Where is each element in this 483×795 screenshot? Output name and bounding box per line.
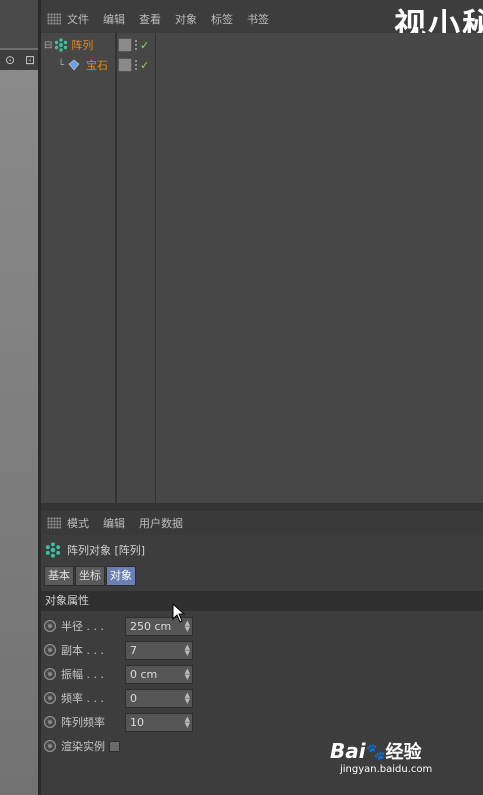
render-instances-checkbox[interactable]	[109, 740, 120, 752]
tab-coordinates[interactable]: 坐标	[75, 566, 105, 586]
object-name[interactable]: 宝石	[86, 57, 108, 73]
stepper-icon[interactable]: ▲ ▼	[185, 643, 190, 656]
viewport-header	[0, 0, 40, 48]
baidu-paw-icon: 🐾	[365, 741, 386, 761]
gem-icon	[68, 59, 80, 71]
array-frequency-field[interactable]: 10 ▲ ▼	[125, 712, 193, 732]
panel-grip-icon[interactable]	[47, 517, 61, 529]
collapse-icon[interactable]: ⊟	[44, 40, 52, 51]
param-row-radius: 半径 . . . 250 cm ▲ ▼	[44, 616, 193, 636]
attribute-manager-menubar: 模式 编辑 用户数据	[41, 511, 483, 535]
visibility-dots-icon[interactable]	[134, 59, 138, 71]
tree-branch-icon: └	[58, 59, 65, 71]
param-row-array-frequency: 阵列频率 10 ▲ ▼	[44, 712, 193, 732]
param-label: 半径 . . .	[61, 620, 104, 633]
menu-tags[interactable]: 标签	[211, 11, 233, 27]
object-row-array-flags: ✓	[118, 35, 149, 55]
tab-basic[interactable]: 基本	[44, 566, 74, 586]
copies-field[interactable]: 7 ▲ ▼	[125, 640, 193, 660]
field-value: 0 cm	[130, 667, 158, 681]
param-label: 阵列频率	[61, 716, 105, 729]
array-icon	[45, 542, 61, 558]
field-value: 0	[130, 691, 137, 705]
attribute-tabs: 基本 坐标 对象	[44, 566, 137, 586]
stepper-icon[interactable]: ▲ ▼	[185, 667, 190, 680]
param-label: 副本 . . .	[61, 644, 104, 657]
param-label: 渲染实例	[61, 740, 105, 753]
animate-radio-icon[interactable]	[44, 692, 56, 704]
frequency-field[interactable]: 0 ▲ ▼	[125, 688, 193, 708]
attribute-title: 阵列对象 [阵列]	[45, 542, 145, 558]
tab-object[interactable]: 对象	[106, 566, 136, 586]
panel-grip-icon[interactable]	[47, 12, 61, 25]
animate-radio-icon[interactable]	[44, 668, 56, 680]
section-header: 对象属性	[41, 591, 483, 611]
animate-radio-icon[interactable]	[44, 740, 56, 752]
animate-radio-icon[interactable]	[44, 716, 56, 728]
param-label: 频率 . . .	[61, 692, 104, 705]
param-label: 振幅 . . .	[61, 668, 104, 681]
object-name[interactable]: 阵列	[71, 37, 93, 53]
object-row-array[interactable]: ⊟ 阵列	[44, 35, 93, 55]
enabled-check-icon[interactable]: ✓	[140, 39, 149, 52]
param-row-frequency: 频率 . . . 0 ▲ ▼	[44, 688, 193, 708]
param-row-copies: 副本 . . . 7 ▲ ▼	[44, 640, 193, 660]
object-row-gem[interactable]: └ 宝石	[58, 55, 108, 75]
menu-bookmarks[interactable]: 书签	[247, 11, 269, 27]
menu-edit[interactable]: 编辑	[103, 11, 125, 27]
panel-separator[interactable]	[41, 503, 483, 511]
baidu-brand-text: 经验	[385, 742, 422, 763]
attribute-title-text: 阵列对象 [阵列]	[67, 544, 146, 557]
animate-radio-icon[interactable]	[44, 620, 56, 632]
menu-view[interactable]: 查看	[139, 11, 161, 27]
layer-swatch-icon[interactable]	[118, 38, 132, 52]
object-list[interactable]	[41, 33, 483, 503]
menu-object[interactable]: 对象	[175, 11, 197, 27]
menu-mode[interactable]: 模式	[67, 515, 89, 531]
menu-file[interactable]: 文件	[67, 11, 89, 27]
stepper-icon[interactable]: ▲ ▼	[185, 691, 190, 704]
column-divider	[155, 33, 156, 503]
viewport-rotate-icon[interactable]: ⊙	[5, 53, 15, 67]
menu-edit[interactable]: 编辑	[103, 515, 125, 531]
visibility-dots-icon[interactable]	[134, 39, 138, 51]
amplitude-field[interactable]: 0 cm ▲ ▼	[125, 664, 193, 684]
baidu-url: jingyan.baidu.com	[340, 764, 433, 775]
viewport-canvas[interactable]	[0, 70, 38, 795]
layer-swatch-icon[interactable]	[118, 58, 132, 72]
column-divider	[115, 33, 117, 503]
baidu-logo-text: Bai	[330, 739, 366, 763]
menu-user-data[interactable]: 用户数据	[139, 515, 183, 531]
viewport-toolbar: ⊙ ⊡	[0, 50, 40, 70]
object-row-gem-flags: ✓	[118, 55, 149, 75]
stepper-icon[interactable]: ▲ ▼	[185, 715, 190, 728]
field-value: 10	[130, 715, 144, 729]
animate-radio-icon[interactable]	[44, 644, 56, 656]
array-icon	[55, 38, 68, 52]
param-row-render-instances: 渲染实例	[44, 736, 120, 756]
enabled-check-icon[interactable]: ✓	[140, 59, 149, 72]
field-value: 250 cm	[130, 619, 172, 633]
mouse-cursor-icon	[172, 603, 186, 623]
field-value: 7	[130, 643, 137, 657]
baidu-watermark: Bai 🐾 经验 jingyan.baidu.com	[330, 738, 432, 775]
param-row-amplitude: 振幅 . . . 0 cm ▲ ▼	[44, 664, 193, 684]
viewport-maximize-icon[interactable]: ⊡	[25, 53, 35, 67]
